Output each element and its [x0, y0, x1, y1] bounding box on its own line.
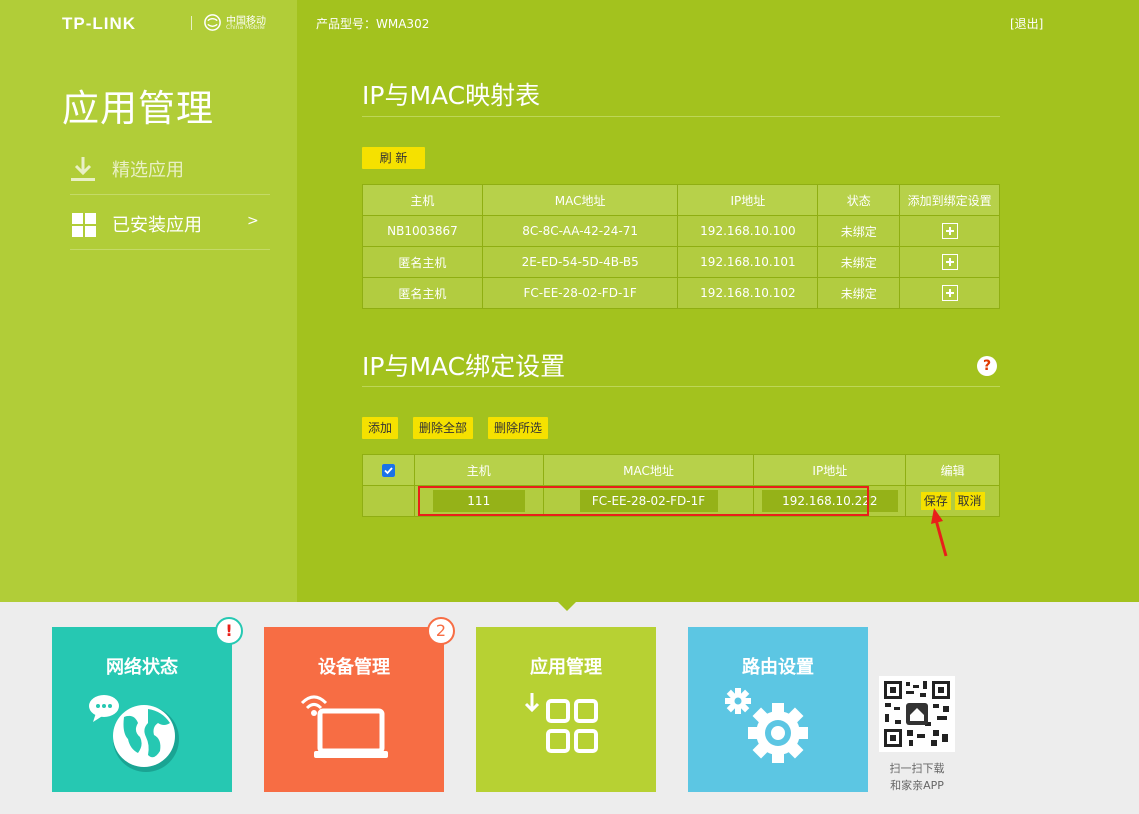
globe-chat-icon [89, 695, 179, 772]
add-binding-cell [899, 246, 1000, 278]
ip-cell: 192.168.10.101 [677, 246, 819, 278]
gears-icon [725, 688, 808, 763]
add-to-binding-plus-icon[interactable] [941, 254, 958, 270]
tile-device-management[interactable]: 设备管理 [264, 627, 444, 792]
status-cell: 未绑定 [817, 246, 901, 278]
add-to-binding-plus-icon[interactable] [941, 223, 958, 239]
section-divider [362, 386, 1000, 387]
chevron-right-icon: > [247, 213, 259, 229]
sidebar-item-installed-apps[interactable]: 已安装应用 > [70, 196, 270, 250]
ip-cell: 192.168.10.102 [677, 277, 819, 309]
status-cell: 未绑定 [817, 277, 901, 309]
tile-label: 路由设置 [742, 657, 814, 678]
host-cell: 匿名主机 [362, 277, 483, 309]
help-icon[interactable]: ? [977, 356, 997, 376]
table-row: 匿名主机 FC-EE-28-02-FD-1F 192.168.10.102 未绑… [362, 277, 1000, 309]
ip-cell: 192.168.10.100 [677, 215, 819, 247]
add-binding-cell [899, 277, 1000, 309]
table-row: NB1003867 8C-8C-AA-42-24-71 192.168.10.1… [362, 215, 1000, 247]
table-header-row: 主机 MAC地址 IP地址 编辑 [362, 454, 1000, 486]
sidebar-item-label: 已安装应用 [112, 215, 202, 236]
host-cell: 匿名主机 [362, 246, 483, 278]
column-header: 添加到绑定设置 [899, 184, 1000, 216]
partner-subname: China Mobile [226, 24, 265, 31]
tile-label: 网络状态 [106, 657, 178, 678]
delete-all-button[interactable]: 删除全部 [413, 417, 473, 439]
section-divider [362, 116, 1000, 117]
mac-cell: FC-EE-28-02-FD-1F [481, 277, 679, 309]
binding-section-title: IP与MAC绑定设置 [362, 352, 566, 381]
column-header: MAC地址 [481, 184, 679, 216]
column-header: MAC地址 [542, 454, 755, 486]
select-all-cell [362, 454, 415, 486]
refresh-button[interactable]: 刷 新 [362, 147, 425, 169]
tile-router-settings[interactable]: 路由设置 [688, 627, 868, 792]
add-binding-cell [899, 215, 1000, 247]
table-row: 匿名主机 2E-ED-54-5D-4B-B5 192.168.10.101 未绑… [362, 246, 1000, 278]
qr-caption-line: 和家亲APP [890, 779, 944, 792]
add-button[interactable]: 添加 [362, 417, 398, 439]
row-select-cell [362, 485, 415, 517]
host-cell: NB1003867 [362, 215, 483, 247]
top-bar: TP-LINK 中国移动 China Mobile 产品型号：WMA302 [退… [0, 0, 1139, 50]
status-cell: 未绑定 [817, 215, 901, 247]
column-header: IP地址 [753, 454, 907, 486]
logo-divider [191, 16, 192, 30]
mapping-section-title: IP与MAC映射表 [362, 81, 541, 110]
select-all-checkbox[interactable] [381, 464, 395, 477]
table-header-row: 主机 MAC地址 IP地址 状态 添加到绑定设置 [362, 184, 1000, 216]
laptop-wifi-icon [300, 695, 388, 758]
column-header: 主机 [362, 184, 483, 216]
logout-link[interactable]: [退出] [1010, 15, 1043, 32]
column-header: 状态 [817, 184, 901, 216]
app-grid-download-icon [524, 693, 598, 753]
qr-code [879, 676, 955, 752]
page-title: 应用管理 [62, 87, 214, 130]
add-to-binding-plus-icon[interactable] [941, 285, 958, 301]
product-model: 产品型号：WMA302 [316, 17, 430, 31]
china-mobile-logo-icon [204, 14, 221, 31]
active-tile-pointer [557, 601, 577, 611]
tile-app-management[interactable]: 应用管理 [476, 627, 656, 792]
red-arrow-annotation [931, 508, 948, 557]
qr-caption: 扫一扫下载 和家亲APP [872, 760, 962, 794]
mapping-table: 主机 MAC地址 IP地址 状态 添加到绑定设置 NB1003867 8C-8C… [362, 184, 1000, 309]
cancel-button[interactable]: 取消 [954, 492, 985, 510]
edit-actions-cell: 保存 取消 [905, 485, 1000, 517]
network-alert-badge: ! [215, 617, 243, 645]
download-icon [71, 157, 95, 181]
column-header: 主机 [413, 454, 544, 486]
column-header: IP地址 [677, 184, 819, 216]
tile-network-status[interactable]: 网络状态 [52, 627, 232, 792]
sidebar-item-label: 精选应用 [112, 160, 184, 181]
tile-label: 设备管理 [318, 657, 390, 678]
grid-icon [72, 213, 96, 237]
device-count-badge: 2 [427, 617, 455, 645]
mac-cell: 2E-ED-54-5D-4B-B5 [481, 246, 679, 278]
qr-caption-line: 扫一扫下载 [889, 762, 945, 775]
column-header: 编辑 [905, 454, 1000, 486]
delete-selected-button[interactable]: 删除所选 [488, 417, 548, 439]
highlight-box [418, 486, 869, 516]
tp-link-logo: TP-LINK [62, 14, 137, 33]
qr-code-icon [883, 680, 951, 748]
mac-cell: 8C-8C-AA-42-24-71 [481, 215, 679, 247]
sidebar-item-featured-apps[interactable]: 精选应用 [70, 141, 270, 195]
tile-label: 应用管理 [530, 657, 602, 678]
